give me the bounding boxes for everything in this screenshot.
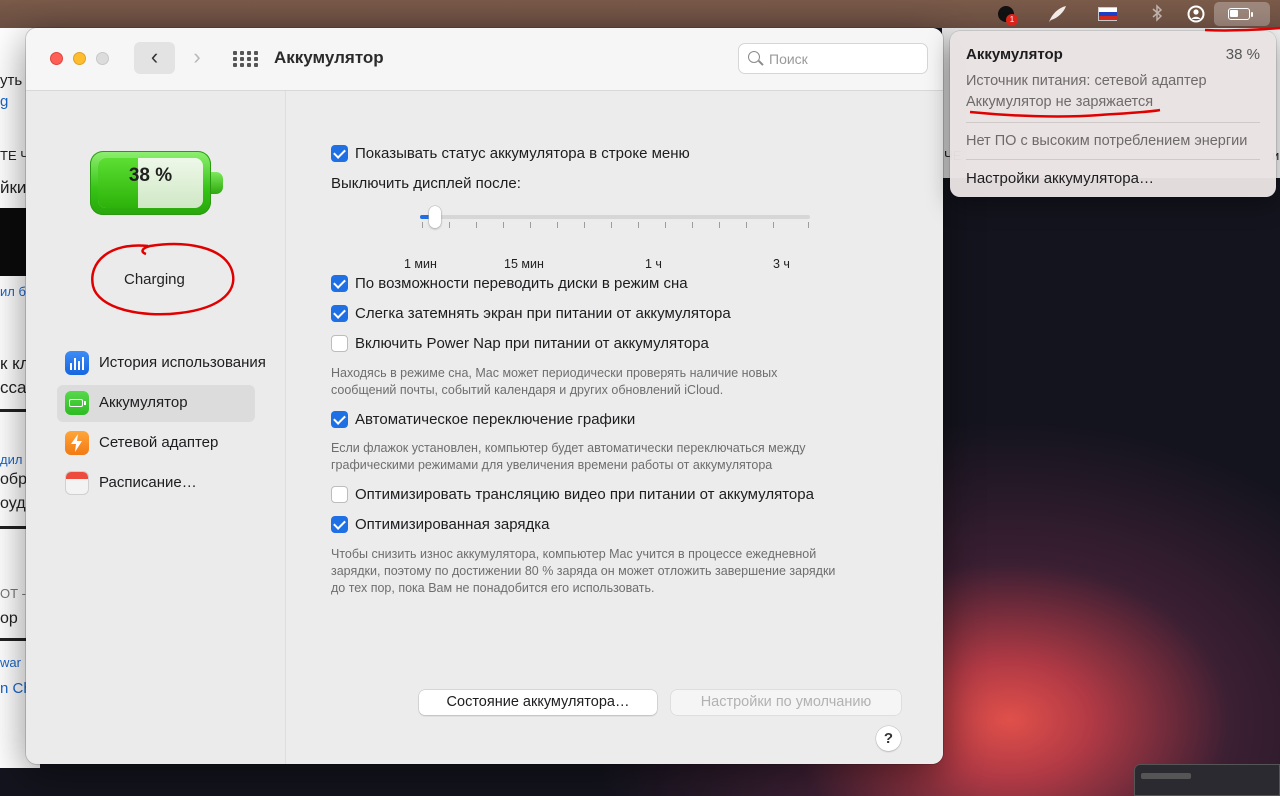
description-line: зарядки, поэтому по достижении 80 % заря… (331, 564, 836, 578)
battery-menu-percent: 38 % (1225, 46, 1260, 63)
bg-text: уть (0, 72, 23, 89)
slider-track (420, 215, 810, 219)
close-button[interactable] (50, 52, 63, 65)
sidebar-item-battery[interactable]: Аккумулятор (57, 385, 255, 422)
power-nap-description: Находясь в режиме сна, Mac может периоди… (331, 365, 911, 399)
energy-apps-text: Нет ПО с высоким потреблением энергии (966, 133, 1248, 149)
slider-knob[interactable] (429, 206, 441, 228)
checkbox-label: По возможности переводить диски в режим … (355, 275, 688, 292)
battery-health-button[interactable]: Состояние аккумулятора… (419, 690, 657, 715)
description-line: Чтобы снизить износ аккумулятора, компью… (331, 547, 817, 561)
description-line: графическими режимами для увеличения вре… (331, 458, 773, 472)
chevron-left-icon: ‹ (150, 44, 159, 69)
battery-status-icon[interactable] (1214, 2, 1270, 26)
battery-level-icon: 38 % (90, 151, 223, 215)
sidebar-item-label: Сетевой адаптер (99, 434, 219, 451)
battery-settings-menu-item[interactable]: Настройки аккумулятора… (966, 170, 1154, 187)
russian-flag-icon[interactable] (1098, 4, 1120, 24)
slider-tick-label: 3 ч (773, 257, 790, 271)
slider-tick-label: 1 ч (645, 257, 662, 271)
sidebar-item-label: История использования (99, 354, 266, 371)
minimize-button[interactable] (73, 52, 86, 65)
sidebar-item-label: Расписание… (99, 474, 197, 491)
sidebar: 38 % Charging История использования Акку… (26, 91, 286, 764)
auto-graphics-description: Если флажок установлен, компьютер будет … (331, 440, 911, 474)
sidebar-item-power-adapter[interactable]: Сетевой адаптер (57, 425, 255, 462)
optimize-video-checkbox[interactable] (331, 486, 348, 503)
checkbox-label: Включить Power Nap при питании от аккуму… (355, 335, 709, 352)
description-line: сообщений почты, событий календаря и дру… (331, 383, 724, 397)
description-line: Если флажок установлен, компьютер будет … (331, 441, 806, 455)
restore-defaults-button[interactable]: Настройки по умолчанию (671, 690, 901, 715)
charging-annotation-text: Charging (124, 271, 185, 288)
window-title: Аккумулятор (274, 48, 384, 67)
bg-text: обр (0, 471, 27, 488)
menu-bar: 1 (0, 0, 1280, 28)
bg-text: оуд (0, 495, 26, 512)
show-status-checkbox[interactable] (331, 145, 348, 162)
notification-badge: 1 (1006, 14, 1018, 26)
description-line: до тех пор, пока Вам не понадобится его … (331, 581, 655, 595)
show-all-grid-icon[interactable] (233, 51, 258, 67)
help-button[interactable]: ? (876, 726, 901, 751)
forward-button[interactable]: › (182, 42, 212, 74)
search-icon (748, 51, 760, 63)
battery-percent: 38 % (128, 165, 173, 186)
screenshot-thumbnail[interactable] (1134, 764, 1280, 796)
slider-tick-label: 1 мин (404, 257, 437, 271)
power-source-text: Источник питания: сетевой адаптер (966, 73, 1207, 89)
bg-text: сса (0, 378, 27, 397)
optimized-charging-description: Чтобы снизить износ аккумулятора, компью… (331, 546, 911, 597)
power-nap-checkbox[interactable] (331, 335, 348, 352)
charge-status-text: Аккумулятор не заряжается (966, 94, 1154, 110)
battery-menu-popover: Аккумулятор 38 % Источник питания: сетев… (950, 31, 1276, 197)
charging-annotation: Charging (90, 243, 220, 313)
bg-text: war (0, 655, 21, 670)
bg-text: ор (0, 610, 18, 627)
bg-text: g (0, 93, 9, 110)
disk-sleep-checkbox[interactable] (331, 275, 348, 292)
bg-text: ил б (0, 284, 26, 299)
display-sleep-slider[interactable] (420, 206, 812, 228)
search-field[interactable] (738, 43, 928, 74)
auto-graphics-checkbox[interactable] (331, 411, 348, 428)
battery-menu-title: Аккумулятор (966, 46, 1063, 63)
feather-icon[interactable] (1046, 4, 1068, 24)
back-button[interactable]: ‹ (134, 42, 175, 74)
bg-text: йки (0, 178, 27, 197)
checkbox-label: Оптимизировать трансляцию видео при пита… (355, 486, 814, 503)
search-input[interactable] (769, 49, 919, 69)
user-account-icon[interactable] (1186, 4, 1208, 24)
menu-separator (966, 159, 1260, 160)
sidebar-item-label: Аккумулятор (99, 394, 188, 411)
checkbox-label: Оптимизированная зарядка (355, 516, 550, 533)
description-line: Находясь в режиме сна, Mac может периоди… (331, 366, 778, 380)
sidebar-item-schedule[interactable]: Расписание… (57, 465, 255, 502)
dim-screen-checkbox[interactable] (331, 305, 348, 322)
battery-preferences-window: ‹ › Аккумулятор 38 % Charging Ист (26, 28, 943, 764)
zoom-button[interactable] (96, 52, 109, 65)
calendar-icon (65, 471, 89, 495)
bg-text: ТЕ Ч (0, 148, 29, 163)
menu-separator (966, 122, 1260, 123)
bg-text: ОТ - (0, 586, 26, 601)
checkbox-label: Слегка затемнять экран при питании от ак… (355, 305, 731, 322)
lightning-bolt-icon (65, 431, 89, 455)
window-toolbar: ‹ › Аккумулятор (26, 28, 943, 91)
bluetooth-icon[interactable] (1146, 4, 1168, 24)
bg-text: дил (0, 452, 23, 467)
app-badge-icon[interactable]: 1 (996, 4, 1018, 26)
display-off-label: Выключить дисплей после: (331, 175, 521, 192)
sidebar-item-usage-history[interactable]: История использования (57, 345, 266, 382)
optimized-charging-checkbox[interactable] (331, 516, 348, 533)
checkbox-label: Показывать статус аккумулятора в строке … (355, 145, 690, 162)
slider-tick-label: 15 мин (504, 257, 544, 271)
chevron-right-icon: › (193, 44, 201, 69)
checkbox-label: Автоматическое переключение графики (355, 411, 636, 428)
bar-chart-icon (65, 351, 89, 375)
sidebar-list: История использования Аккумулятор Сетево… (57, 345, 266, 505)
settings-panel: Показывать статус аккумулятора в строке … (287, 91, 943, 764)
battery-icon (65, 391, 89, 415)
